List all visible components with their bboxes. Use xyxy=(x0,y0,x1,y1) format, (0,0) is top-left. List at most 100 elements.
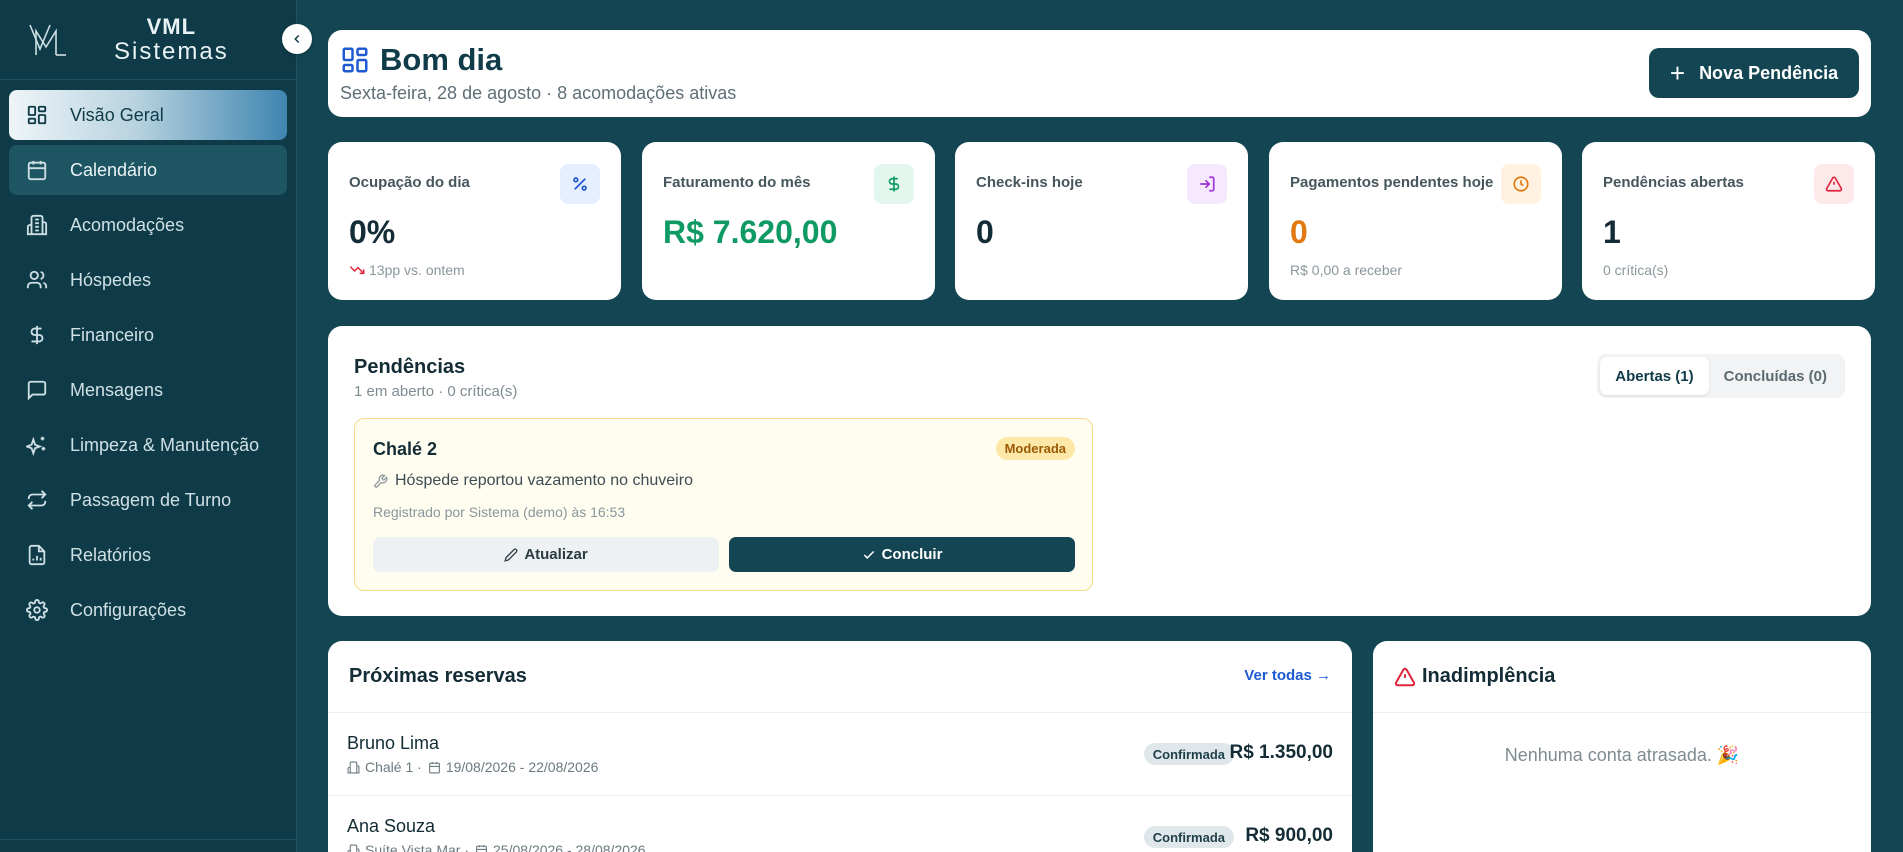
sidebar-item-configuracoes[interactable]: Configurações xyxy=(9,585,287,635)
login-icon xyxy=(1187,164,1227,204)
pendencias-subtitle: 1 em aberto · 0 crítica(s) xyxy=(354,383,518,400)
sidebar-footer-divider xyxy=(0,839,296,840)
page-title: Bom dia xyxy=(380,42,503,77)
page-title-row: Bom dia xyxy=(340,42,502,78)
chevron-left-icon xyxy=(294,34,300,44)
pendencia-description: Hóspede reportou vazamento no chuveiro xyxy=(373,472,693,490)
ver-todas-link[interactable]: Ver todas → xyxy=(1244,667,1331,684)
severity-badge: Moderada xyxy=(995,437,1075,460)
stat-note: 0 crítica(s) xyxy=(1603,262,1669,278)
tab-abertas[interactable]: Abertas (1) xyxy=(1600,357,1709,395)
stat-card-pagamentos: Pagamentos pendentes hoje 0 R$ 0,00 a re… xyxy=(1269,142,1562,300)
sidebar-item-hospedes[interactable]: Hóspedes xyxy=(9,255,287,305)
reserva-dates: 19/08/2026 - 22/08/2026 xyxy=(445,759,599,775)
dashboard-icon xyxy=(342,47,368,73)
stat-card-ocupacao: Ocupação do dia 0% 13pp vs. ontem xyxy=(328,142,621,300)
inadimplencia-panel: Inadimplência Nenhuma conta atrasada. 🎉 xyxy=(1373,641,1871,852)
sidebar-item-label: Configurações xyxy=(70,599,187,620)
dollar-icon xyxy=(874,164,914,204)
reservas-title: Próximas reservas xyxy=(349,665,527,687)
building-icon xyxy=(347,761,360,773)
sidebar-item-mensagens[interactable]: Mensagens xyxy=(9,365,287,415)
gear-icon xyxy=(24,597,50,623)
pendencia-meta: Registrado por Sistema (demo) às 16:53 xyxy=(373,504,626,520)
reserva-dates: 25/08/2026 - 28/08/2026 xyxy=(493,842,646,852)
sidebar-item-label: Relatórios xyxy=(70,544,152,565)
percent-icon xyxy=(560,164,600,204)
reserva-row[interactable]: Ana Souza Suíte Vista Mar · 25/08/2026 -… xyxy=(328,796,1352,852)
stat-value: 1 xyxy=(1603,214,1621,250)
clock-icon xyxy=(1501,164,1541,204)
stat-value: R$ 7.620,00 xyxy=(663,214,838,250)
reservas-panel: Próximas reservas Ver todas → Bruno Lima… xyxy=(328,641,1352,852)
reserva-unit: Chalé 1 · xyxy=(365,759,422,775)
building-icon xyxy=(347,844,360,852)
pendencia-title: Chalé 2 xyxy=(373,439,438,459)
reserva-price: R$ 900,00 xyxy=(1245,825,1333,846)
stat-note: 13pp vs. ontem xyxy=(349,262,465,278)
sidebar-item-label: Limpeza & Manutenção xyxy=(70,434,260,455)
guest-name: Ana Souza xyxy=(347,816,436,836)
new-pendencia-button[interactable]: + Nova Pendência xyxy=(1649,48,1859,98)
stat-card-pendencias: Pendências abertas 1 0 crítica(s) xyxy=(1582,142,1875,300)
brand-line2: Sistemas xyxy=(114,37,229,65)
pencil-icon xyxy=(504,548,518,562)
sidebar-item-label: Calendário xyxy=(70,159,158,180)
sidebar-item-passagem-turno[interactable]: Passagem de Turno xyxy=(9,475,287,525)
stat-label: Pagamentos pendentes hoje xyxy=(1290,174,1494,191)
reserva-row[interactable]: Bruno Lima Chalé 1 · 19/08/2026 - 22/08/… xyxy=(328,713,1352,795)
calendar-icon xyxy=(476,844,487,852)
empty-state: Nenhuma conta atrasada. 🎉 xyxy=(1504,745,1740,765)
sidebar-item-acomodacoes[interactable]: Acomodações xyxy=(9,200,287,250)
status-badge: Confirmada xyxy=(1143,826,1234,848)
sidebar-item-label: Acomodações xyxy=(70,214,185,235)
page-header: Bom dia Sexta-feira, 28 de agosto · 8 ac… xyxy=(328,30,1871,117)
stat-value: 0 xyxy=(1290,214,1308,250)
sidebar: VML Sistemas Visão Geral Calendário Acom… xyxy=(0,0,297,852)
sidebar-item-visao-geral[interactable]: Visão Geral xyxy=(9,90,287,140)
plus-icon: + xyxy=(1669,58,1686,88)
stat-card-faturamento: Faturamento do mês R$ 7.620,00 xyxy=(642,142,935,300)
inadimplencia-title: Inadimplência xyxy=(1422,665,1556,687)
page-subtitle: Sexta-feira, 28 de agosto · 8 acomodaçõe… xyxy=(340,83,737,103)
sidebar-item-relatorios[interactable]: Relatórios xyxy=(9,530,287,580)
brand: VML Sistemas xyxy=(0,0,296,80)
swap-icon xyxy=(24,487,50,513)
stat-label: Ocupação do dia xyxy=(349,174,470,191)
reserva-details: Suíte Vista Mar · 25/08/2026 - 28/08/202… xyxy=(347,842,646,852)
sidebar-item-label: Visão Geral xyxy=(70,104,164,125)
tab-concluidas[interactable]: Concluídas (0) xyxy=(1709,357,1842,395)
reserva-unit: Suíte Vista Mar · xyxy=(365,842,470,852)
guest-name: Bruno Lima xyxy=(347,733,440,753)
sidebar-item-calendario[interactable]: Calendário xyxy=(9,145,287,195)
check-icon xyxy=(863,550,874,559)
stat-card-checkins: Check-ins hoje 0 xyxy=(955,142,1248,300)
conclude-button[interactable]: Concluir xyxy=(729,537,1075,572)
dashboard-icon xyxy=(24,102,50,128)
sidebar-item-limpeza[interactable]: Limpeza & Manutenção xyxy=(9,420,287,470)
conclude-button-label: Concluir xyxy=(881,546,943,563)
pendencia-card: Chalé 2 Moderada Hóspede reportou vazame… xyxy=(354,418,1093,591)
stat-value: 0% xyxy=(349,214,396,250)
sidebar-item-label: Mensagens xyxy=(70,379,164,400)
calendar-icon xyxy=(24,157,50,183)
reserva-price: R$ 1.350,00 xyxy=(1229,742,1333,763)
sidebar-item-label: Financeiro xyxy=(70,324,155,345)
calendar-icon xyxy=(428,761,440,773)
trending-down-icon xyxy=(349,266,365,275)
stat-label: Check-ins hoje xyxy=(976,174,1083,191)
sidebar-item-financeiro[interactable]: Financeiro xyxy=(9,310,287,360)
new-pendencia-label: Nova Pendência xyxy=(1699,62,1839,83)
sparkles-icon xyxy=(24,432,50,458)
sidebar-item-label: Passagem de Turno xyxy=(70,489,232,510)
collapse-sidebar-button[interactable] xyxy=(282,24,312,54)
brand-line1: VML xyxy=(146,13,197,39)
update-button-label: Atualizar xyxy=(524,546,588,563)
dollar-icon xyxy=(24,322,50,348)
pendencias-tabs: Abertas (1) Concluídas (0) xyxy=(1597,354,1845,398)
reserva-details: Chalé 1 · 19/08/2026 - 22/08/2026 xyxy=(347,759,598,775)
building-icon xyxy=(24,212,50,238)
update-button[interactable]: Atualizar xyxy=(373,537,719,572)
message-icon xyxy=(24,377,50,403)
sidebar-item-label: Hóspedes xyxy=(70,269,152,290)
